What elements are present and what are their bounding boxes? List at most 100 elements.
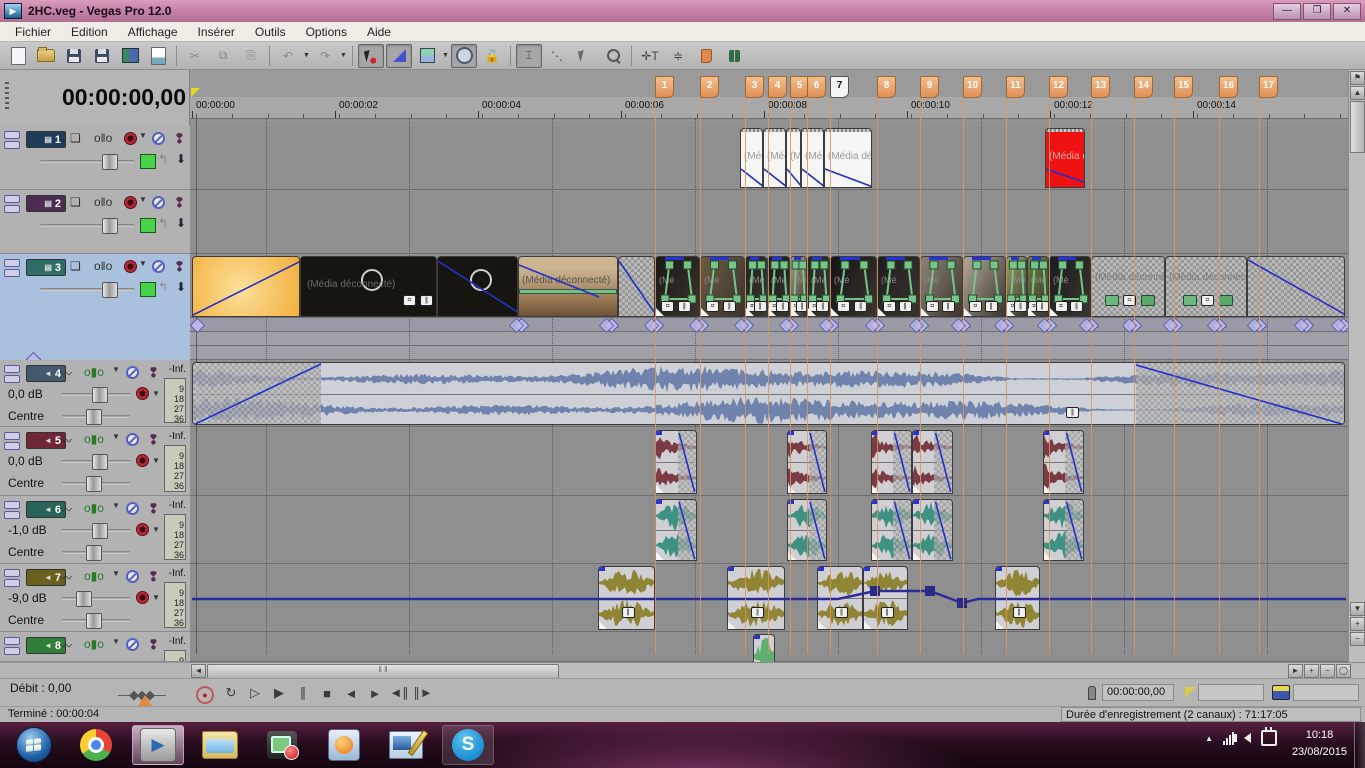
pan-icon[interactable]: ∥ (420, 295, 433, 306)
pan-icon[interactable]: ∥ (854, 301, 868, 312)
insert-text-button[interactable]: ✛T (637, 44, 663, 68)
play-button[interactable]: ▶ (268, 683, 290, 703)
volume-slider-thumb[interactable] (92, 523, 108, 539)
menu-inserer[interactable]: Insérer (189, 23, 244, 41)
fx-dropdown[interactable]: ▼ (139, 131, 147, 140)
track-fx-button[interactable] (124, 196, 137, 209)
pan-icon[interactable]: ∥ (621, 607, 635, 618)
phase-invert-button[interactable]: 〰 (60, 432, 72, 449)
audio-fx-dropdown[interactable]: ▼ (152, 525, 160, 534)
solo-button[interactable]: ❢ (148, 569, 159, 585)
snapping-button[interactable]: ⋱ (544, 44, 570, 68)
pan-icon[interactable] (1219, 295, 1233, 306)
marker-flag-7[interactable]: 7 (830, 76, 849, 98)
pan-dropdown[interactable]: ▼ (112, 569, 120, 578)
region-drag-icon[interactable] (1272, 685, 1290, 700)
tray-expand-icon[interactable]: ▲ (1205, 734, 1213, 743)
pan-slider[interactable] (62, 545, 130, 561)
vertical-scrollbar[interactable]: ⚑ ▲ ▼ + − (1348, 70, 1365, 662)
marker-flag-16[interactable]: 16 (1219, 76, 1238, 98)
hscroll-thumb[interactable]: ‖ ‖ (207, 664, 559, 679)
audio-event-riser[interactable]: ∥ (817, 566, 863, 630)
pan-icon[interactable]: ∥ (776, 301, 789, 312)
pan-dropdown[interactable]: ▼ (112, 637, 120, 646)
previous-frame-button[interactable]: ◄∥ (388, 683, 410, 703)
zoom-tool-button[interactable] (600, 44, 626, 68)
power-icon[interactable] (1261, 727, 1277, 746)
shuttle-marker[interactable] (138, 695, 152, 706)
minimize-button[interactable]: — (1273, 3, 1301, 20)
pan-icon[interactable]: ∥ (941, 301, 955, 312)
audio-fx-button[interactable] (136, 591, 149, 604)
vscroll-up[interactable]: ▲ (1350, 86, 1365, 100)
mute-button[interactable] (126, 638, 139, 651)
audio-fx-dropdown[interactable]: ▼ (152, 389, 160, 398)
crop-icon[interactable]: ⌗ (403, 295, 416, 306)
pan-knob[interactable]: o▮o (84, 501, 104, 515)
audio-fx-button[interactable] (136, 523, 149, 536)
audio-event-perc[interactable] (912, 499, 953, 561)
vegas-pro[interactable]: ▶ (132, 725, 184, 765)
marker-flag-8[interactable]: 8 (877, 76, 896, 98)
image-editor[interactable] (380, 725, 432, 765)
insert-generated-media-button[interactable]: ≑ (665, 44, 691, 68)
make-child-button[interactable]: ⬇ (176, 280, 186, 294)
track-header-4[interactable]: ◄ 4 〰 o▮o ▼ ❢ -Inf. 9 18 27 36 0,0 dB ▼ Centre (0, 360, 190, 427)
pan-slider[interactable] (62, 613, 130, 629)
new-project-button[interactable] (5, 44, 31, 68)
pan-knob[interactable]: o▮o (84, 365, 104, 379)
video-event-small[interactable]: (Mé⌗∥ (920, 256, 963, 317)
track-motion-button[interactable]: o‖o (94, 259, 112, 273)
track-header-5[interactable]: ◄ 5 〰 o▮o ▼ ❢ -Inf. 9 18 27 36 0,0 dB ▼ Centre (0, 427, 190, 496)
next-frame-button[interactable]: ∥► (412, 683, 434, 703)
phase-invert-button[interactable]: 〰 (60, 569, 72, 586)
track-motion-button[interactable]: o‖o (94, 195, 112, 209)
media-icon[interactable] (1183, 295, 1197, 306)
video-event-offline[interactable]: (Média déconnecté)⌗ (1165, 256, 1247, 317)
composite-mode-icon[interactable] (140, 282, 156, 297)
zoom-tool-button[interactable]: ◯ (1336, 664, 1351, 678)
video-converter[interactable] (256, 725, 308, 765)
render-as-button[interactable] (117, 44, 143, 68)
marker-flag-15[interactable]: 15 (1174, 76, 1193, 98)
envelope-edit-tool-button[interactable] (386, 43, 412, 68)
pan-icon[interactable]: ∥ (722, 301, 736, 312)
make-parent-button[interactable]: ↰ (158, 216, 168, 230)
make-parent-button[interactable]: ↰ (158, 152, 168, 166)
track-number-badge-2[interactable]: ▤ 2 (26, 195, 66, 212)
automation-settings-button[interactable] (451, 43, 477, 68)
pan-slider[interactable] (62, 409, 130, 425)
audio-event-riser[interactable]: ∥ (995, 566, 1040, 630)
pan-icon[interactable]: ∥ (1035, 301, 1048, 312)
selection-start-field[interactable] (1198, 684, 1264, 701)
fx-dropdown[interactable]: ▼ (139, 195, 147, 204)
video-event-offline[interactable]: (Média déconnecté)⌗ (1091, 256, 1165, 317)
crop-icon[interactable]: ⌗ (1201, 295, 1214, 306)
video-event[interactable]: (Méd (763, 128, 786, 188)
vzoom-out[interactable]: − (1350, 632, 1365, 646)
marker-flag-6[interactable]: 6 (807, 76, 826, 98)
mute-button[interactable] (152, 132, 165, 145)
pan-icon[interactable]: ∥ (898, 301, 912, 312)
redo-dropdown[interactable]: ▼ (339, 45, 348, 67)
marker-flag-2[interactable]: 2 (700, 76, 719, 98)
pan-icon[interactable]: ∥ (1014, 301, 1026, 312)
hzoom-in[interactable]: + (1304, 664, 1319, 678)
video-event-small[interactable]: (Mé⌗∥ (1006, 256, 1027, 317)
maximize-button[interactable]: ❐ (1303, 3, 1331, 20)
track-grip-8[interactable] (4, 637, 20, 655)
composite-mode-icon[interactable] (140, 154, 156, 169)
menu-aide[interactable]: Aide (358, 23, 400, 41)
video-event-small[interactable]: (Mé⌗∥ (700, 256, 745, 317)
level-slider[interactable] (40, 154, 135, 170)
undo-dropdown[interactable]: ▼ (302, 45, 311, 67)
menu-options[interactable]: Options (297, 23, 356, 41)
pan-slider-thumb[interactable] (86, 613, 102, 629)
copy-button[interactable]: ⧉ (210, 44, 236, 68)
windows-explorer[interactable] (194, 725, 246, 765)
pan-dropdown[interactable]: ▼ (112, 365, 120, 374)
video-event[interactable]: (Méd (740, 128, 763, 188)
quantize-to-frames-button[interactable]: ⌶ (516, 43, 542, 68)
video-event-small[interactable]: (Mé⌗∥ (877, 256, 920, 317)
video-event-small[interactable]: (Mé⌗∥ (655, 256, 700, 317)
